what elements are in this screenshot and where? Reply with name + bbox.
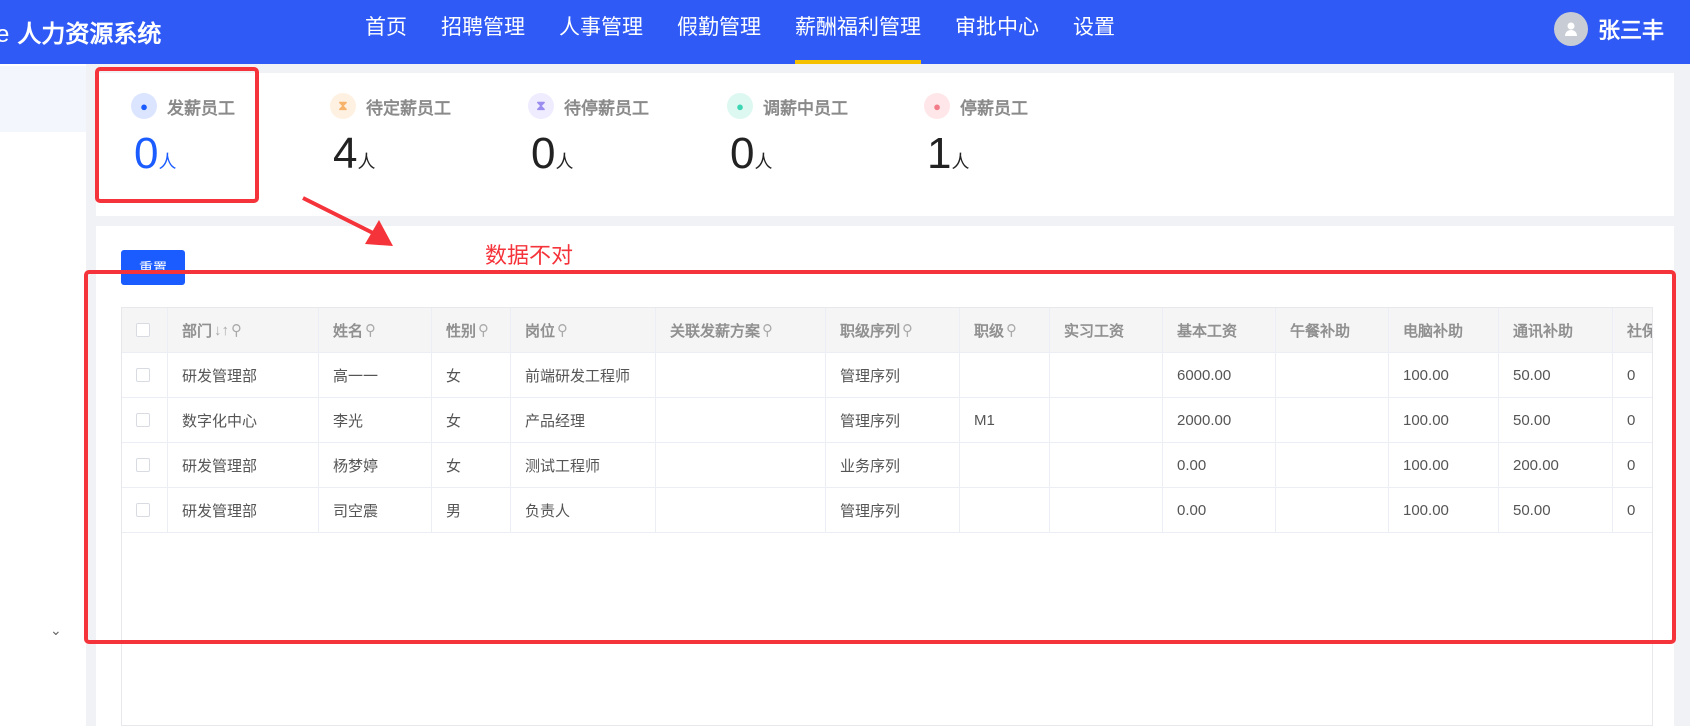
money-bag-icon: ● xyxy=(924,93,950,119)
annotation-text: 数据不对 xyxy=(485,243,574,268)
user-icon xyxy=(1564,22,1577,36)
nav-item-2[interactable]: 人事管理 xyxy=(559,0,643,64)
stat-value: 1 xyxy=(927,129,952,178)
stat-value: 4 xyxy=(333,129,358,178)
stat-label: 待停薪员工 xyxy=(564,98,649,118)
stat-item[interactable]: ● 停薪员工 1人 xyxy=(924,93,1028,187)
chevron-down-icon[interactable]: ⌄ xyxy=(50,622,62,639)
stat-label: 待定薪员工 xyxy=(366,98,451,118)
stat-label: 停薪员工 xyxy=(960,98,1028,118)
stat-value: 0 xyxy=(730,129,755,178)
hourglass-icon: ⧗ xyxy=(330,93,356,119)
main-nav: 首页 招聘管理 人事管理 假勤管理 薪酬福利管理 审批中心 设置 xyxy=(365,0,1149,64)
avatar xyxy=(1553,12,1588,46)
sidebar-item-active[interactable] xyxy=(0,66,86,132)
nav-item-5[interactable]: 审批中心 xyxy=(955,0,1039,64)
stat-unit: 人 xyxy=(555,152,574,172)
stat-item[interactable]: ⧗ 待停薪员工 0人 xyxy=(528,93,649,187)
user-menu[interactable]: 张三丰 xyxy=(1553,12,1664,46)
hourglass-icon: ⧗ xyxy=(528,93,554,119)
app-logo[interactable]: e 人力资源系统 xyxy=(0,14,161,49)
nav-item-4[interactable]: 薪酬福利管理 xyxy=(795,0,921,64)
stat-unit: 人 xyxy=(951,152,970,172)
annotation-box-table xyxy=(84,270,1676,644)
nav-item-3[interactable]: 假勤管理 xyxy=(677,0,761,64)
annotation-arrow xyxy=(302,196,393,246)
coins-icon: ● xyxy=(727,93,753,119)
user-name: 张三丰 xyxy=(1597,18,1664,43)
stat-unit: 人 xyxy=(754,152,773,172)
stat-item[interactable]: ⧗ 待定薪员工 4人 xyxy=(330,93,451,187)
sidebar: ⌄ xyxy=(0,64,86,726)
stat-item[interactable]: ● 调薪中员工 0人 xyxy=(727,93,848,187)
stat-label: 调薪中员工 xyxy=(763,98,848,118)
nav-item-6[interactable]: 设置 xyxy=(1073,0,1115,64)
annotation-box-stat xyxy=(95,67,259,203)
nav-item-0[interactable]: 首页 xyxy=(365,0,407,64)
stat-value: 0 xyxy=(531,129,556,178)
top-nav-bar: e 人力资源系统 首页 招聘管理 人事管理 假勤管理 薪酬福利管理 审批中心 设置 张三丰 xyxy=(0,0,1690,64)
nav-item-1[interactable]: 招聘管理 xyxy=(441,0,525,64)
stat-unit: 人 xyxy=(357,152,376,172)
